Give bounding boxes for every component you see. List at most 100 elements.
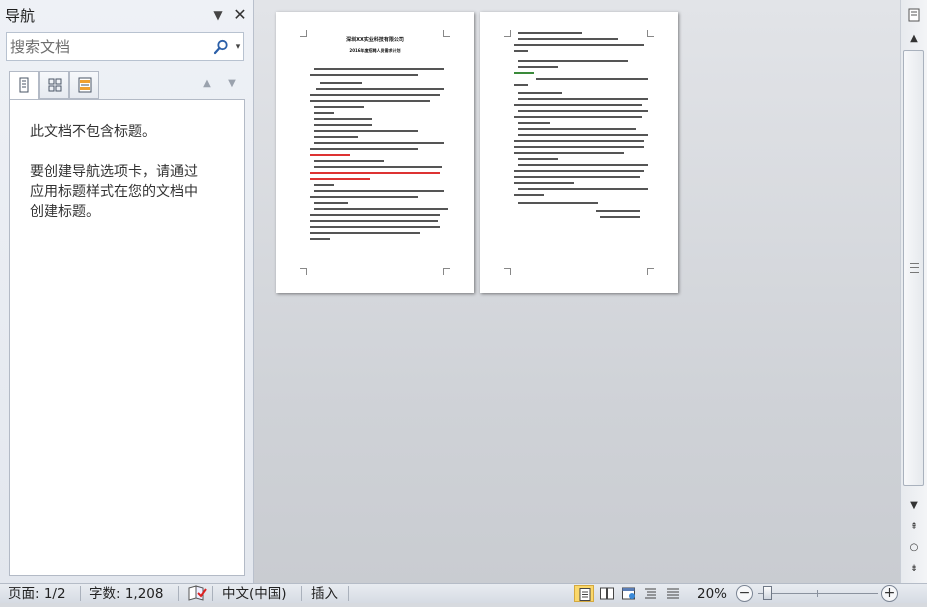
web-layout-view-button[interactable] (619, 585, 639, 602)
text-line (514, 50, 528, 52)
crop-mark (443, 268, 450, 275)
outline-view-button[interactable] (641, 585, 661, 602)
no-headings-message: 此文档不包含标题。 (30, 124, 156, 140)
navigation-content: 此文档不包含标题。 要创建导航选项卡，请通过 应用标题样式在您的文档中 创建标题… (9, 99, 245, 576)
hint-line: 应用标题样式在您的文档中 (30, 184, 198, 200)
text-line (518, 32, 582, 34)
previous-result-icon[interactable]: ▲ (199, 76, 215, 92)
text-line (320, 82, 362, 84)
search-options-dropdown-icon[interactable]: ▾ (233, 40, 243, 54)
text-line (310, 226, 440, 228)
document-title: 深圳XX实业科技有限公司 (346, 37, 404, 43)
divider (178, 586, 179, 601)
page-count[interactable]: 页面: 1/2 (8, 585, 66, 603)
text-line (310, 196, 418, 198)
text-line (314, 142, 444, 144)
zoom-in-button[interactable]: + (881, 585, 898, 602)
search-box[interactable]: ▾ (6, 32, 244, 61)
document-page-2[interactable] (480, 12, 678, 293)
zoom-level[interactable]: 20% (697, 585, 727, 603)
search-input[interactable] (10, 36, 206, 57)
text-line (514, 72, 534, 74)
previous-page-icon[interactable]: ⇞ (903, 518, 925, 536)
hint-line: 创建标题。 (30, 204, 100, 220)
text-line (518, 188, 648, 190)
text-line (310, 178, 370, 180)
document-subtitle: 2016年度招聘人员需求计划 (349, 48, 401, 53)
text-line (596, 210, 640, 212)
insert-mode-indicator[interactable]: 插入 (311, 585, 338, 603)
text-line (314, 166, 442, 168)
word-count[interactable]: 字数: 1,208 (89, 585, 164, 603)
text-line (314, 136, 358, 138)
select-browse-object-icon[interactable]: ○ (903, 539, 925, 557)
text-line (514, 104, 642, 106)
crop-mark (504, 268, 511, 275)
tab-browse-results[interactable] (69, 71, 99, 99)
text-line (518, 98, 648, 100)
tab-browse-headings[interactable] (9, 71, 39, 100)
text-line (514, 176, 640, 178)
headings-icon (19, 77, 29, 93)
next-result-icon[interactable]: ▼ (224, 76, 240, 92)
text-line (314, 68, 444, 70)
text-line (518, 60, 628, 62)
text-line (514, 84, 528, 86)
search-results-icon (78, 77, 92, 93)
crop-mark (504, 30, 511, 37)
text-line (310, 220, 438, 222)
text-line (518, 92, 562, 94)
zoom-slider-thumb[interactable] (763, 586, 772, 600)
text-line (518, 66, 558, 68)
navigation-title: 导航 (5, 7, 36, 25)
zoom-out-button[interactable]: − (736, 585, 753, 602)
crop-mark (647, 268, 654, 275)
document-page-1[interactable]: 深圳XX实业科技有限公司 2016年度招聘人员需求计划 (276, 12, 474, 293)
crop-mark (647, 30, 654, 37)
text-line (518, 164, 648, 166)
text-line (536, 78, 648, 80)
text-line (314, 130, 418, 132)
text-line (514, 152, 624, 154)
status-bar: 页面: 1/2 字数: 1,208 中文(中国) 插入 20% − + (0, 583, 927, 603)
text-line (314, 184, 334, 186)
close-icon[interactable]: ✕ (231, 6, 249, 24)
document-area[interactable]: 深圳XX实业科技有限公司 2016年度招聘人员需求计划 (254, 0, 900, 583)
text-line (514, 170, 644, 172)
scroll-down-icon[interactable]: ▼ (903, 497, 925, 515)
scroll-up-icon[interactable]: ▲ (903, 30, 925, 48)
proofing-book-icon[interactable] (186, 584, 208, 607)
crop-mark (300, 268, 307, 275)
text-line (310, 172, 440, 174)
divider (348, 586, 349, 601)
vertical-scrollbar[interactable]: ▲ ▼ ⇞ ○ ⇟ (900, 0, 927, 583)
full-screen-reading-view-button[interactable] (597, 585, 617, 602)
text-line (518, 158, 558, 160)
scroll-grip (910, 263, 919, 273)
text-line (600, 216, 640, 218)
text-line (314, 112, 334, 114)
text-line (310, 238, 330, 240)
tab-browse-pages[interactable] (39, 71, 69, 99)
search-icon[interactable] (213, 39, 229, 55)
ruler-toggle-icon[interactable] (903, 8, 925, 26)
text-line (518, 202, 598, 204)
create-headings-hint: 要创建导航选项卡，请通过 应用标题样式在您的文档中 创建标题。 (30, 162, 222, 222)
text-line (314, 106, 364, 108)
text-line (310, 94, 440, 96)
zoom-slider-center-tick (817, 590, 818, 597)
scroll-thumb[interactable] (903, 50, 924, 486)
draft-view-button[interactable] (663, 585, 683, 602)
text-line (518, 38, 618, 40)
divider (80, 586, 81, 601)
divider (301, 586, 302, 601)
language-indicator[interactable]: 中文(中国) (222, 585, 287, 603)
text-line (514, 194, 544, 196)
text-line (514, 116, 642, 118)
print-layout-view-button[interactable] (574, 585, 594, 602)
next-page-icon[interactable]: ⇟ (903, 560, 925, 578)
zoom-slider-track[interactable] (758, 593, 878, 594)
text-line (310, 154, 350, 156)
pane-menu-dropdown-icon[interactable]: ▼ (210, 7, 226, 23)
page-thumbnails-icon (48, 78, 62, 92)
